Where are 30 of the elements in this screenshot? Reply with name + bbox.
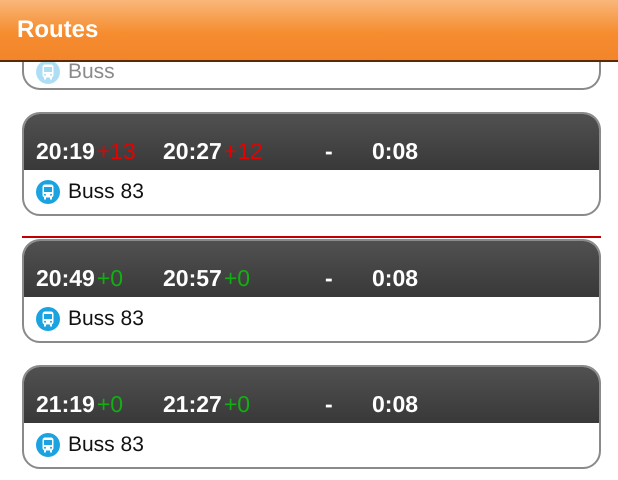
route-card[interactable]: 20:49+0 20:57+0 - 0:08 Buss 83 bbox=[22, 239, 601, 343]
arrival-time: 20:27 bbox=[163, 138, 222, 165]
arrival-time: 20:57 bbox=[163, 265, 222, 292]
bus-icon bbox=[36, 60, 60, 84]
bus-icon bbox=[36, 307, 60, 331]
separator: - bbox=[325, 391, 333, 417]
route-name: Buss 83 bbox=[68, 433, 144, 457]
route-card[interactable]: 20:19+13 20:27+12 - 0:08 Buss 83 bbox=[22, 112, 601, 216]
bus-icon bbox=[36, 180, 60, 204]
delay-label: +0 bbox=[224, 391, 250, 418]
delay-label: +0 bbox=[96, 265, 124, 292]
departure-time: 20:49 bbox=[36, 265, 95, 292]
separator: - bbox=[325, 265, 333, 291]
bus-icon bbox=[36, 433, 60, 457]
route-card[interactable]: 21:19+0 21:27+0 - 0:08 Buss 83 bbox=[22, 365, 601, 469]
route-name: Buss 83 bbox=[68, 180, 144, 204]
route-name: Buss bbox=[68, 60, 115, 84]
delay-label: +12 bbox=[224, 138, 263, 165]
separator: - bbox=[325, 138, 333, 164]
delay-label: +0 bbox=[96, 391, 124, 418]
header-title: Routes bbox=[17, 16, 98, 44]
duration: 0:08 bbox=[372, 391, 418, 418]
duration: 0:08 bbox=[372, 265, 418, 292]
duration: 0:08 bbox=[372, 138, 418, 165]
arrival-time: 21:27 bbox=[163, 391, 222, 418]
delay-label: +13 bbox=[96, 138, 136, 165]
departure-time: 21:19 bbox=[36, 391, 95, 418]
route-name: Buss 83 bbox=[68, 307, 144, 331]
delay-label: +0 bbox=[224, 265, 250, 292]
departure-time: 20:19 bbox=[36, 138, 95, 165]
